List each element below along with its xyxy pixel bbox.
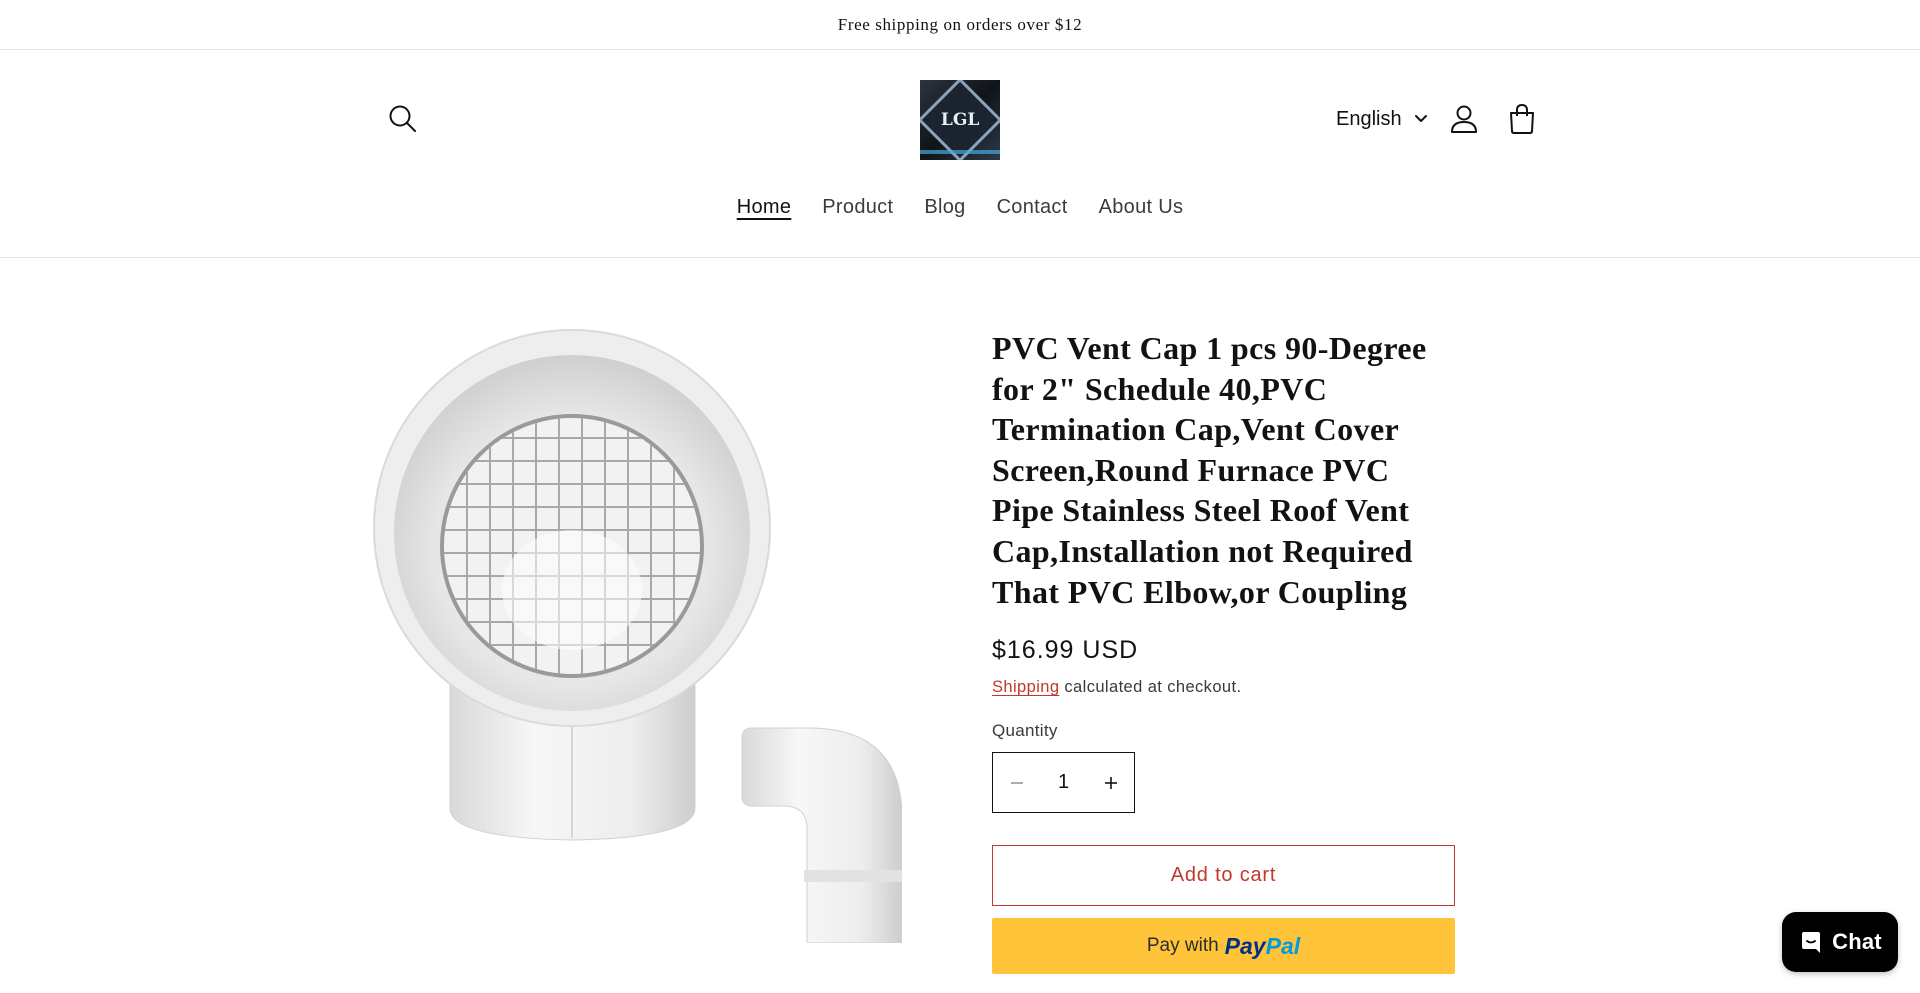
announcement-bar: Free shipping on orders over $12 xyxy=(0,0,1920,50)
main-navigation: Home Product Blog Contact About Us xyxy=(0,196,1920,226)
account-button[interactable] xyxy=(1447,102,1481,136)
account-icon xyxy=(1451,105,1477,133)
product-info: PVC Vent Cap 1 pcs 90-Degree for 2" Sche… xyxy=(992,328,1456,612)
cart-button[interactable] xyxy=(1505,102,1539,136)
nav-item-product[interactable]: Product xyxy=(822,196,893,226)
nav-item-contact[interactable]: Contact xyxy=(997,196,1068,226)
add-to-cart-button[interactable]: Add to cart xyxy=(992,845,1455,906)
shipping-link[interactable]: Shipping xyxy=(992,678,1059,696)
pvc-vent-cap-illustration xyxy=(373,329,902,943)
quantity-label: Quantity xyxy=(992,721,1058,740)
search-icon xyxy=(389,105,416,132)
chat-label: Chat xyxy=(1832,929,1882,954)
announcement-text: Free shipping on orders over $12 xyxy=(837,14,1083,34)
cart-icon xyxy=(1510,103,1534,134)
paypal-prefix: Pay with xyxy=(1146,935,1219,956)
chevron-down-icon xyxy=(1414,115,1427,122)
store-logo[interactable]: LGL xyxy=(920,80,1000,160)
logo-badge: LGL xyxy=(920,80,1000,160)
product-title: PVC Vent Cap 1 pcs 90-Degree for 2" Sche… xyxy=(992,330,1427,610)
chat-button[interactable]: Chat xyxy=(1782,912,1898,972)
chat-bubble-icon xyxy=(1802,932,1821,953)
shipping-suffix: calculated at checkout. xyxy=(1059,678,1242,696)
shipping-note: Shipping calculated at checkout. xyxy=(992,678,1241,697)
nav-item-about-us[interactable]: About Us xyxy=(1099,196,1184,226)
logo-text: LGL xyxy=(940,110,980,130)
quantity-input[interactable]: 1 xyxy=(1040,771,1087,794)
site-header: LGL English Home Product Blog Contact Ab… xyxy=(0,50,1920,258)
plus-icon xyxy=(1104,776,1117,789)
paypal-button[interactable]: Pay with PayPal xyxy=(992,918,1455,974)
quantity-stepper: 1 xyxy=(992,752,1135,813)
language-label: English xyxy=(1336,107,1402,130)
logo-stripe xyxy=(920,150,1000,154)
product-image[interactable] xyxy=(372,328,902,943)
search-button[interactable] xyxy=(386,102,420,136)
nav-item-blog[interactable]: Blog xyxy=(924,196,965,226)
nav-item-home[interactable]: Home xyxy=(737,196,792,226)
product-price: $16.99 USD xyxy=(992,636,1139,664)
paypal-logo: PayPal xyxy=(1224,932,1301,959)
minus-icon xyxy=(1010,781,1023,784)
quantity-increase-button[interactable] xyxy=(1087,753,1134,812)
quantity-decrease-button[interactable] xyxy=(993,753,1040,812)
language-selector[interactable]: English xyxy=(1336,104,1428,134)
